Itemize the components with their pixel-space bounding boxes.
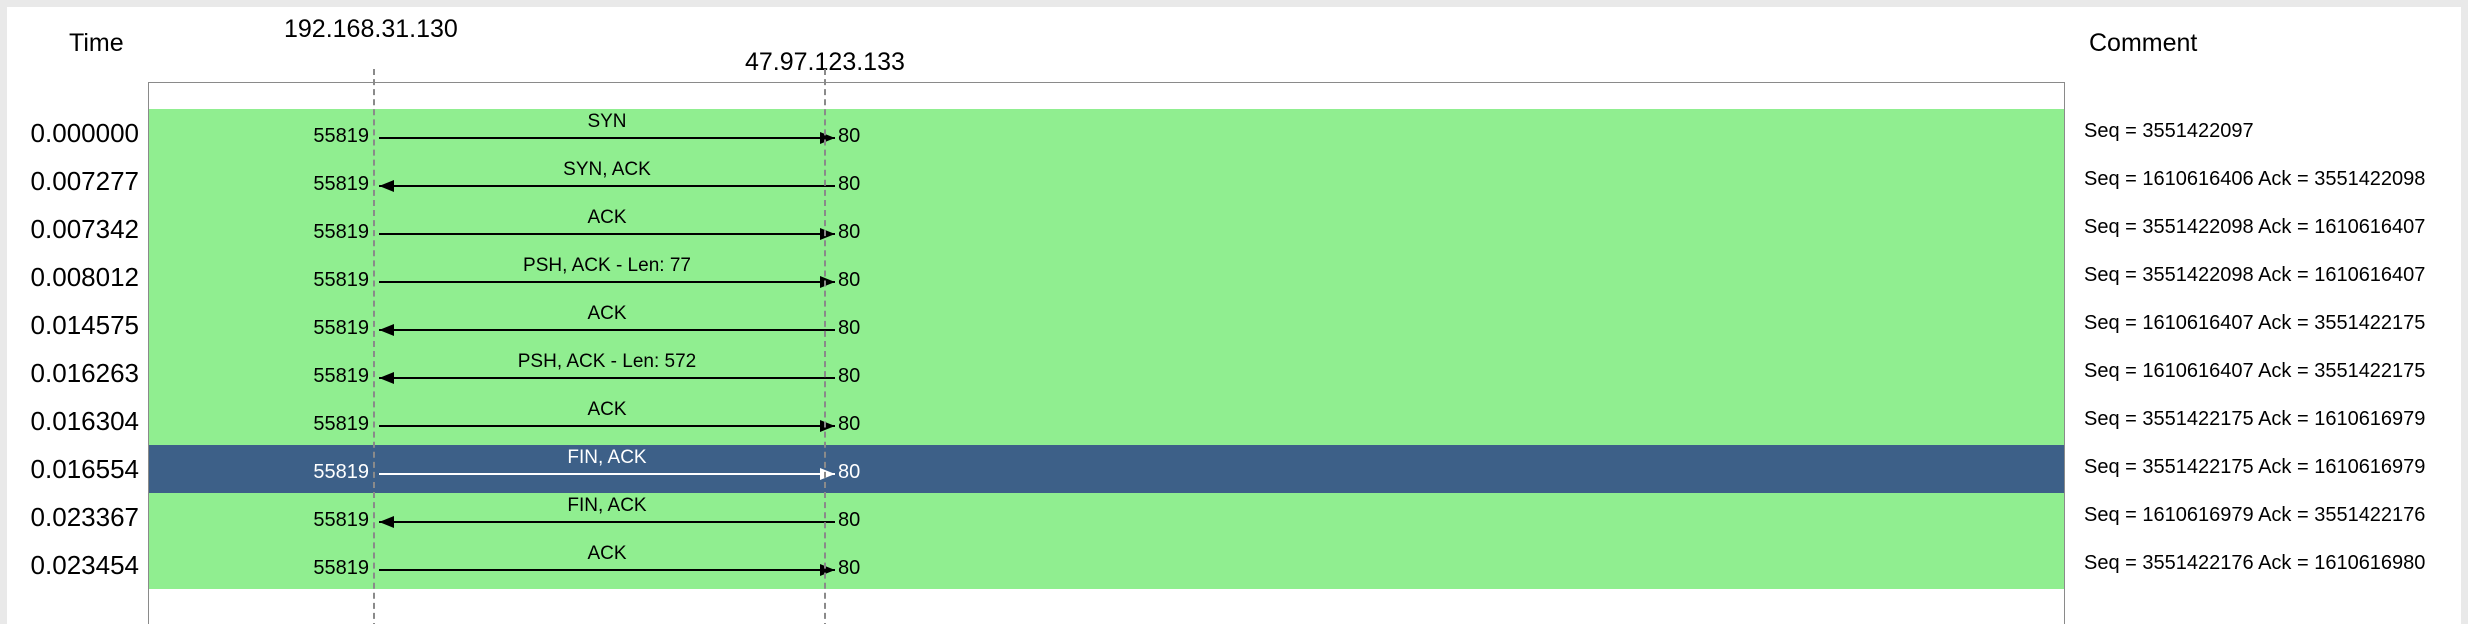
arrow-left-icon [379,516,835,528]
arrow-left-icon [379,324,835,336]
flow-time: 0.007277 [30,166,139,196]
flow-comment: Seq = 3551422098 Ack = 1610616407 [2084,264,2426,286]
destination-port-label: 80 [838,413,861,435]
destination-port-label: 80 [838,221,861,243]
destination-port-label: 80 [838,557,861,579]
flow-comment: Seq = 1610616407 Ack = 3551422175 [2084,312,2426,334]
flow-comment: Seq = 3551422097 [2084,120,2254,142]
flow-graph-window: Time 192.168.31.130 47.97.123.133 Commen… [7,7,2461,624]
flow-comment: Seq = 3551422175 Ack = 1610616979 [2084,456,2426,478]
source-port-label: 55819 [313,413,369,435]
flow-comment: Seq = 3551422175 Ack = 1610616979 [2084,408,2426,430]
host-a-lifeline [373,69,375,624]
flow-time: 0.023454 [30,550,139,580]
source-port-label: 55819 [313,365,369,387]
arrow-right-icon [379,468,835,480]
flow-time: 0.007342 [30,214,139,244]
destination-port-label: 80 [838,461,861,483]
flow-time: 0.016304 [30,406,139,436]
source-port-label: 55819 [313,317,369,339]
flow-time: 0.008012 [30,262,139,292]
destination-port-label: 80 [838,269,861,291]
source-port-label: 55819 [313,125,369,147]
flow-time: 0.023367 [30,502,139,532]
flow-time: 0.000000 [30,118,139,148]
flow-comment: Seq = 1610616407 Ack = 3551422175 [2084,360,2426,382]
source-port-label: 55819 [313,557,369,579]
source-port-label: 55819 [313,269,369,291]
flow-comment: Seq = 1610616979 Ack = 3551422176 [2084,504,2426,526]
source-port-label: 55819 [313,173,369,195]
host-a-header: 192.168.31.130 [284,15,458,43]
host-b-lifeline [824,69,826,624]
flow-time: 0.014575 [30,310,139,340]
arrow-left-icon [379,372,835,384]
arrow-right-icon [379,132,835,144]
destination-port-label: 80 [838,317,861,339]
flow-comment: Seq = 1610616406 Ack = 3551422098 [2084,168,2426,190]
arrow-right-icon [379,420,835,432]
flow-time: 0.016554 [30,454,139,484]
source-port-label: 55819 [313,461,369,483]
source-port-label: 55819 [313,509,369,531]
arrow-left-icon [379,180,835,192]
destination-port-label: 80 [838,365,861,387]
destination-port-label: 80 [838,125,861,147]
time-column-header: Time [69,29,124,57]
source-port-label: 55819 [313,221,369,243]
destination-port-label: 80 [838,173,861,195]
flow-comment: Seq = 3551422098 Ack = 1610616407 [2084,216,2426,238]
arrow-right-icon [379,228,835,240]
destination-port-label: 80 [838,509,861,531]
arrow-right-icon [379,276,835,288]
flow-comment: Seq = 3551422176 Ack = 1610616980 [2084,552,2426,574]
comment-column-header: Comment [2089,29,2198,57]
arrow-right-icon [379,564,835,576]
flow-time: 0.016263 [30,358,139,388]
